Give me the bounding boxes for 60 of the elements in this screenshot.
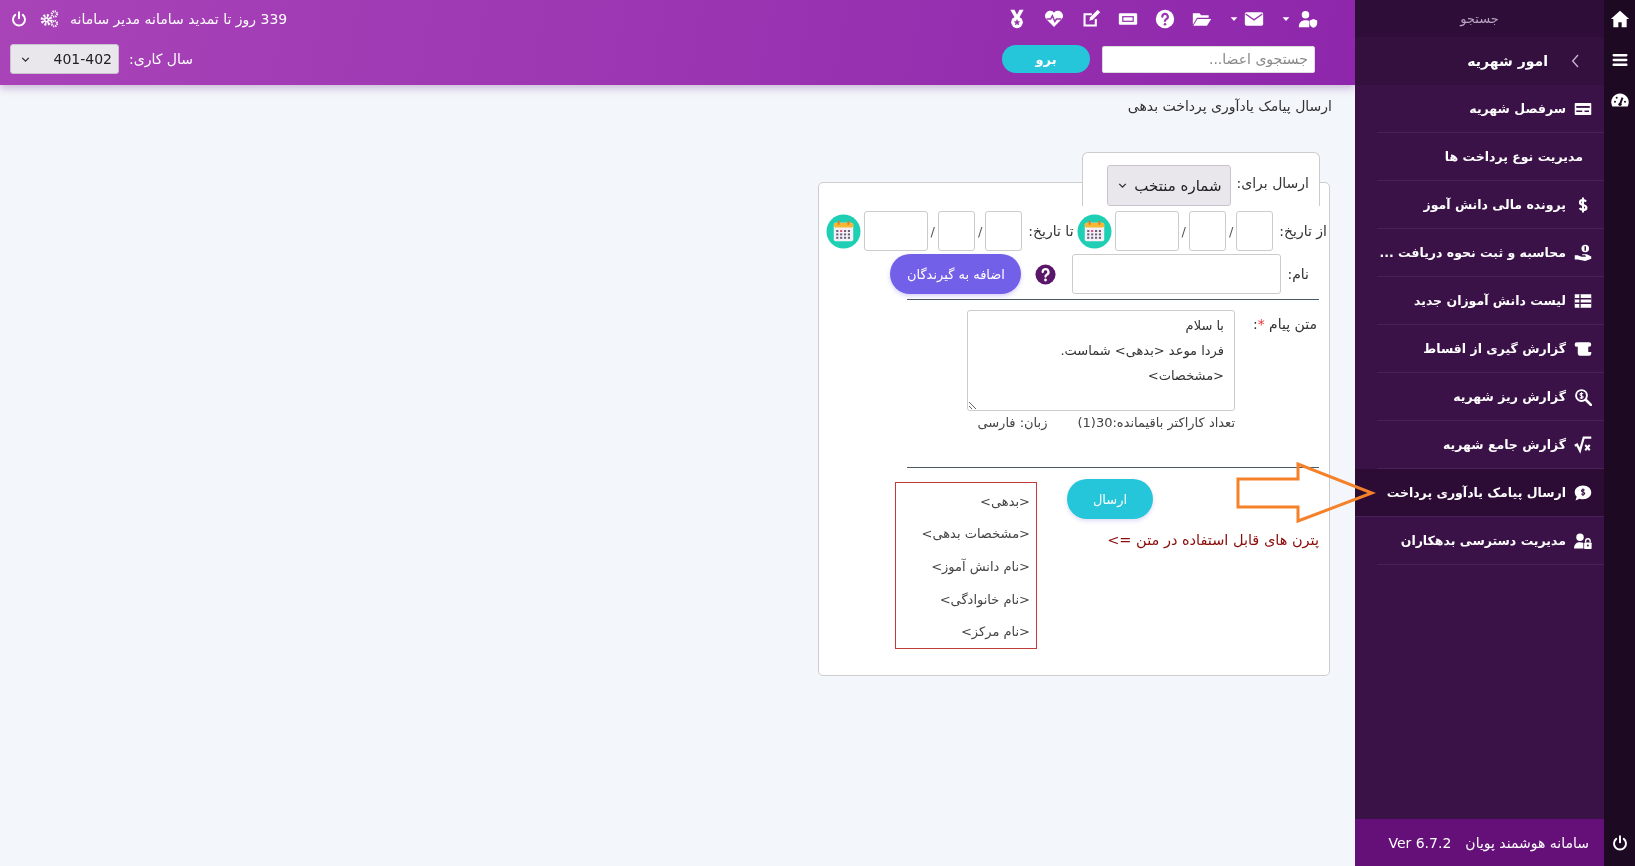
- caret-icon[interactable]: [1281, 14, 1291, 24]
- month-field[interactable]: [1188, 211, 1226, 251]
- help-icon[interactable]: [1155, 9, 1175, 29]
- date-separator: /: [930, 223, 935, 239]
- pattern-item: <مشخصات بدهی>: [920, 526, 1030, 542]
- caret-icon[interactable]: [1229, 14, 1239, 24]
- date-separator: /: [1228, 223, 1234, 239]
- year-field[interactable]: [863, 211, 928, 251]
- expiry-notice: 339 روز تا تمدید سامانه مدیر سامانه: [70, 11, 288, 27]
- edit-icon[interactable]: [1081, 9, 1101, 29]
- patterns-hint: پترن های قابل استفاده در متن =>: [1107, 532, 1319, 548]
- hand-coin-icon: [1574, 243, 1592, 262]
- day-field[interactable]: [985, 211, 1023, 251]
- search-dollar-icon: [1574, 387, 1592, 406]
- calendar-icon[interactable]: [1076, 213, 1112, 249]
- member-search-field[interactable]: جستجوی اعضا...: [1102, 45, 1315, 73]
- user-shield-icon[interactable]: [1296, 9, 1320, 29]
- year-field[interactable]: [1114, 211, 1179, 251]
- pattern-item: <بدهی>: [979, 493, 1030, 509]
- message-field[interactable]: با سلام فردا موعد <بدهی> شماست. <مشخصات>: [967, 310, 1235, 411]
- scroll-icon: [1574, 339, 1592, 358]
- user-lock-icon: [1574, 531, 1592, 550]
- pattern-item: <نام مرکز>: [959, 624, 1030, 640]
- gears-icon[interactable]: [38, 9, 60, 29]
- page-title: ارسال پیامک یادآوری پرداخت بدهی: [1126, 98, 1332, 114]
- day-field[interactable]: [1236, 211, 1274, 251]
- chat-dollar-icon: [1574, 483, 1592, 502]
- home-icon[interactable]: [1609, 9, 1630, 29]
- year-label: سال کاری:: [129, 51, 193, 67]
- from-date-label: از تاریخ:: [1279, 223, 1327, 239]
- sidebar-item[interactable]: ارسال پیامک یادآوری پرداخت: [1355, 469, 1604, 517]
- sidebar-search[interactable]: جستجو: [1355, 0, 1604, 37]
- send-to-label: ارسال برای:: [1236, 175, 1309, 191]
- recipient-select[interactable]: شماره منتخب: [1106, 165, 1231, 206]
- product-name: سامانه هوشمند پویان: [1465, 834, 1589, 851]
- heartbeat-icon[interactable]: [1044, 9, 1064, 29]
- date-separator: /: [1181, 223, 1186, 239]
- month-field[interactable]: [937, 211, 975, 251]
- to-date-label: تا تاریخ:: [1028, 223, 1074, 239]
- sidebar-item[interactable]: لیست دانش آموزان جدید: [1377, 277, 1604, 325]
- add-recipients-button[interactable]: اضافه به گیرندگان: [890, 254, 1022, 294]
- language-label: زبان: فارسی: [977, 415, 1048, 430]
- envelope-icon[interactable]: [1244, 9, 1264, 29]
- version-label: Ver 6.7.2: [1388, 834, 1452, 851]
- table-icon: [1574, 291, 1592, 310]
- pattern-item: <نام دانش آموز>: [930, 559, 1030, 574]
- year-select[interactable]: 401-402: [10, 44, 119, 74]
- help-icon[interactable]: [1035, 263, 1057, 285]
- section-header[interactable]: امور شهریه: [1355, 37, 1604, 85]
- power-icon[interactable]: [1610, 834, 1629, 852]
- square-root-icon: [1574, 435, 1592, 454]
- char-count: تعداد کاراکتر باقیمانده:30(1): [1077, 415, 1235, 430]
- message-label: متن پیام * :: [1251, 316, 1317, 332]
- recipient-tab[interactable]: ارسال برای: شماره منتخب: [1082, 152, 1320, 206]
- calendar-icon[interactable]: [825, 213, 861, 249]
- date-separator: /: [977, 223, 983, 239]
- name-field[interactable]: [1072, 254, 1282, 294]
- menu-icon[interactable]: [1610, 51, 1629, 69]
- name-label: نام:: [1287, 266, 1309, 282]
- pattern-item: <نام خانوادگی>: [938, 591, 1030, 607]
